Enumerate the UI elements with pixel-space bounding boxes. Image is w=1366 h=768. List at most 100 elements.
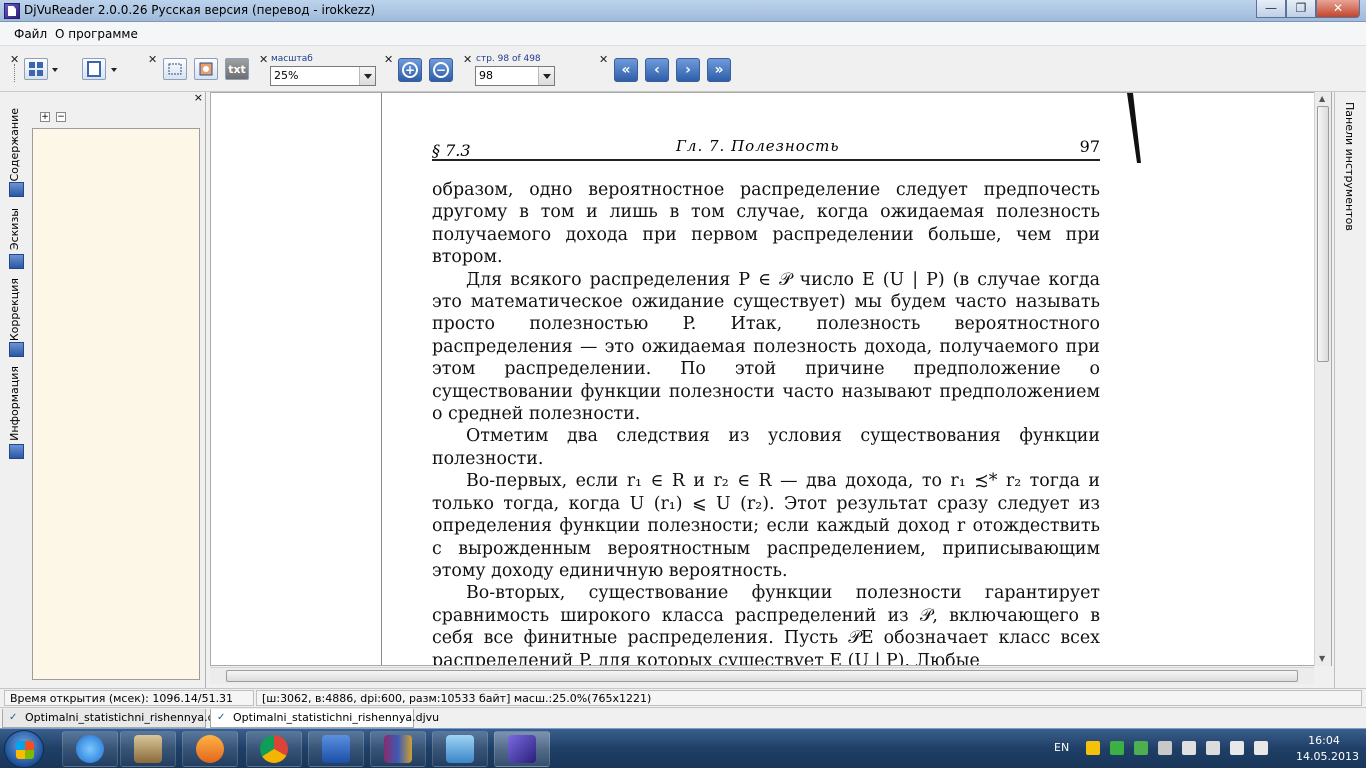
chevron-down-icon[interactable] — [538, 67, 554, 85]
close-button[interactable]: ✕ — [1316, 0, 1360, 18]
page-body: образом, одно вероятностное распределени… — [432, 179, 1100, 665]
file-manager-icon — [134, 735, 162, 763]
zoom-out-button[interactable]: − — [429, 58, 453, 82]
page-value: 98 — [479, 69, 493, 82]
device-icon[interactable] — [1206, 741, 1220, 755]
status-open-time: Время открытия (мсек): 1096.14/51.31 — [4, 690, 254, 706]
scroll-up-icon[interactable]: ▲ — [1319, 94, 1325, 103]
network-icon[interactable] — [1230, 741, 1244, 755]
start-button[interactable] — [4, 730, 44, 768]
tools-panel-label: Панели инструментов — [1343, 102, 1356, 231]
scrollbar-thumb[interactable] — [1317, 106, 1329, 362]
toolbar: ✕ ✕ txt ✕ масштаб 25% ✕ + − ✕ стр. 98 of… — [0, 46, 1366, 92]
status-bar: Время открытия (мсек): 1096.14/51.31 [ш:… — [0, 688, 1366, 707]
taskbar-app-image-viewer[interactable] — [432, 731, 488, 767]
select-area-button[interactable] — [163, 58, 187, 80]
tree-controls: + − — [40, 112, 66, 122]
wrench-icon — [9, 342, 24, 357]
taskbar-app-chrome[interactable] — [246, 731, 302, 767]
page-icon — [87, 61, 101, 77]
paragraph: Для всякого распределения P ∈ 𝒫 число E … — [432, 269, 1100, 425]
expand-all-button[interactable]: + — [40, 112, 50, 122]
drive-icon[interactable] — [1086, 741, 1100, 755]
chevron-down-icon[interactable] — [359, 67, 375, 85]
tab-information[interactable]: Информация — [6, 366, 26, 462]
menu-bar: Файл О программе — [0, 22, 1366, 46]
tools-panel-tab[interactable]: Панели инструментов — [1334, 92, 1366, 688]
toolbar-close-icon[interactable]: ✕ — [599, 53, 608, 66]
next-page-button[interactable]: › — [676, 58, 700, 82]
page-edge-mark — [1127, 93, 1141, 163]
taskbar-app-winrar[interactable] — [370, 731, 426, 767]
sync-icon[interactable] — [1110, 741, 1124, 755]
paragraph: образом, одно вероятностное распределени… — [432, 180, 1100, 268]
minimize-button[interactable]: — — [1256, 0, 1286, 18]
document-page: § 7.3 Гл. 7. Полезность 97 образом, одно… — [381, 93, 1141, 665]
menu-about[interactable]: О программе — [55, 27, 138, 41]
media-player-icon — [196, 735, 224, 763]
taskbar-app-file-manager[interactable] — [120, 731, 176, 767]
toolbar-grip[interactable] — [14, 64, 16, 82]
volume-icon[interactable] — [1254, 741, 1268, 755]
panel-close-icon[interactable]: × — [194, 91, 203, 104]
taskbar-app-media-player[interactable] — [182, 731, 238, 767]
tab-thumbnails-label: Эскизы — [8, 208, 21, 251]
collapse-all-button[interactable]: − — [56, 112, 66, 122]
djvureader-app-icon — [4, 3, 20, 19]
clock[interactable]: 16:04 14.05.2013 — [1296, 733, 1359, 765]
title-bar: DjVuReader 2.0.0.26 Русская версия (пере… — [0, 0, 1366, 22]
language-indicator[interactable]: EN — [1054, 741, 1069, 754]
chrome-icon — [260, 735, 288, 763]
security-icon[interactable] — [1134, 741, 1148, 755]
maximize-button[interactable]: ❐ — [1286, 0, 1316, 18]
document-tabs: ✓ Optimalni_statistichni_rishennya.djvu … — [0, 707, 1366, 728]
selection-icon — [168, 63, 182, 75]
page-number: 97 — [1079, 137, 1100, 156]
first-page-button[interactable]: « — [614, 58, 638, 82]
tab-thumbnails[interactable]: Эскизы — [6, 208, 26, 270]
vertical-scrollbar[interactable]: ▲ ▼ — [1314, 92, 1331, 666]
taskbar-app-ie[interactable] — [62, 731, 118, 767]
keyboard-icon[interactable] — [1158, 741, 1172, 755]
contents-tree[interactable] — [32, 128, 200, 680]
check-icon: ✓ — [9, 712, 18, 723]
word-icon — [322, 735, 350, 763]
toolbar-close-icon[interactable]: ✕ — [148, 53, 157, 66]
taskbar-app-djvureader[interactable] — [494, 731, 550, 767]
layout-mode-button[interactable] — [24, 58, 48, 80]
toolbar-close-icon[interactable]: ✕ — [259, 53, 268, 66]
tab-correction[interactable]: Коррекция — [6, 278, 26, 358]
select-image-button[interactable] — [194, 58, 218, 80]
window-controls: — ❐ ✕ — [1256, 0, 1360, 18]
image-viewer-icon — [446, 735, 474, 763]
paragraph: Во-первых, если r₁ ∈ R и r₂ ∈ R — два до… — [432, 471, 1100, 581]
prev-page-button[interactable]: ‹ — [645, 58, 669, 82]
document-viewport[interactable]: § 7.3 Гл. 7. Полезность 97 образом, одно… — [210, 92, 1332, 666]
tab-document-active[interactable]: ✓ Optimalni_statistichni_rishennya.djvu — [210, 709, 439, 728]
menu-file[interactable]: Файл — [14, 27, 47, 41]
tab-document-label: Optimalni_statistichni_rishennya.djvu — [25, 711, 232, 724]
scroll-down-icon[interactable]: ▼ — [1319, 654, 1325, 663]
clock-date: 14.05.2013 — [1296, 750, 1359, 763]
page-combo[interactable]: 98 — [475, 66, 555, 86]
tab-document[interactable]: ✓ Optimalni_statistichni_rishennya.djvu — [2, 709, 231, 728]
text-layer-button[interactable]: txt — [225, 58, 249, 80]
toolbar-close-icon[interactable]: ✕ — [463, 53, 472, 66]
zoom-in-button[interactable]: + — [398, 58, 422, 82]
toolbar-close-icon[interactable]: ✕ — [384, 53, 393, 66]
layout-icon — [29, 62, 43, 76]
page-view-button[interactable] — [82, 58, 106, 80]
clock-time: 16:04 — [1308, 734, 1340, 747]
windows-logo-icon — [16, 741, 34, 759]
horizontal-scrollbar[interactable] — [210, 667, 1314, 684]
last-page-button[interactable]: » — [707, 58, 731, 82]
taskbar-app-word[interactable] — [308, 731, 364, 767]
tab-contents[interactable]: Содержание — [6, 108, 26, 198]
scrollbar-thumb[interactable] — [226, 670, 1298, 682]
chevron-down-icon[interactable] — [52, 68, 58, 72]
flag-icon[interactable] — [1182, 741, 1196, 755]
zoom-combo[interactable]: 25% — [270, 66, 376, 86]
chevron-down-icon[interactable] — [111, 68, 117, 72]
contents-panel: × + − — [30, 91, 206, 688]
image-icon — [199, 62, 213, 76]
